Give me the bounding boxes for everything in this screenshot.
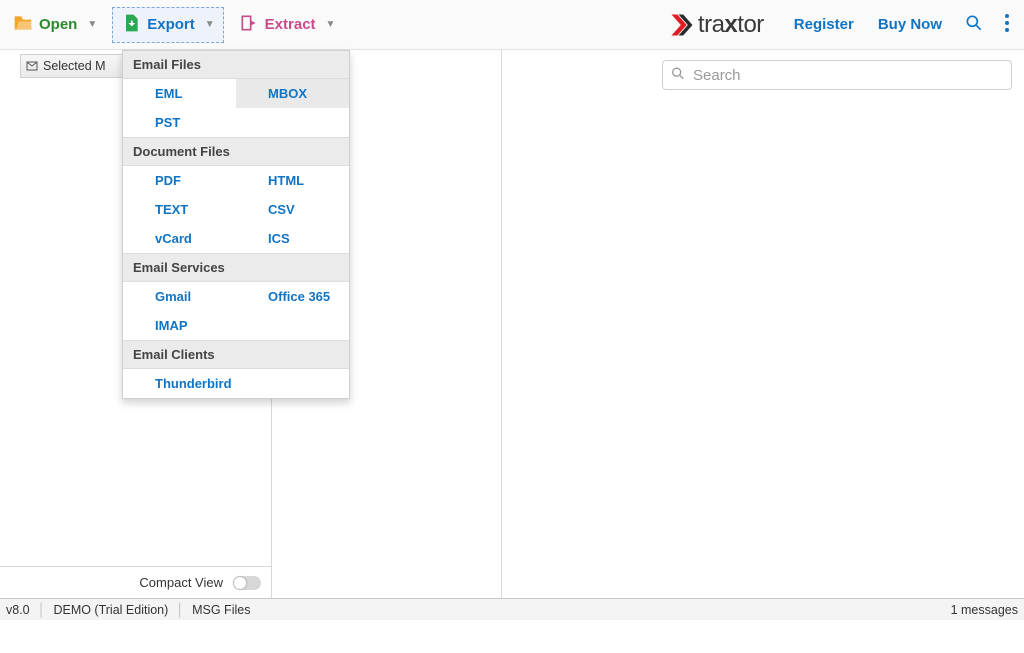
extract-label: Extract [265, 16, 316, 33]
extract-icon [239, 13, 259, 37]
export-text[interactable]: TEXT [123, 195, 236, 224]
export-label: Export [147, 16, 195, 33]
open-button[interactable]: Open ▼ [4, 7, 106, 43]
export-ics[interactable]: ICS [236, 224, 349, 253]
compact-view-row: Compact View [0, 566, 271, 598]
status-bar: v8.0 │ DEMO (Trial Edition) │ MSG Files … [0, 598, 1024, 620]
search-icon[interactable] [964, 13, 984, 36]
export-vcard[interactable]: vCard [123, 224, 236, 253]
compact-view-label: Compact View [139, 575, 223, 590]
section-document-files: Document Files [123, 137, 349, 166]
brand-logo: traxtor [668, 11, 764, 39]
section-email-services: Email Services [123, 253, 349, 282]
extract-button[interactable]: Extract ▼ [230, 7, 345, 43]
compact-view-toggle[interactable] [233, 576, 261, 590]
preview-pane [502, 50, 1024, 598]
export-eml[interactable]: EML [123, 79, 236, 108]
export-mbox[interactable]: MBOX [236, 79, 349, 108]
export-imap[interactable]: IMAP [123, 311, 349, 340]
export-pdf[interactable]: PDF [123, 166, 236, 195]
search-icon [670, 66, 686, 85]
export-gmail[interactable]: Gmail [123, 282, 236, 311]
search-wrap [662, 60, 1012, 90]
more-icon[interactable] [1004, 13, 1010, 36]
file-export-icon [121, 13, 141, 37]
register-link[interactable]: Register [794, 16, 854, 33]
export-html[interactable]: HTML [236, 166, 349, 195]
edition-label: DEMO (Trial Edition) [53, 603, 168, 617]
export-pst[interactable]: PST [123, 108, 349, 137]
folder-open-icon [13, 13, 33, 37]
export-dropdown: Email Files EML MBOX PST Document Files … [122, 50, 350, 399]
chevron-down-icon: ▼ [326, 19, 336, 30]
section-email-clients: Email Clients [123, 340, 349, 369]
open-label: Open [39, 16, 77, 33]
version-label: v8.0 [6, 603, 30, 617]
buy-now-link[interactable]: Buy Now [878, 16, 942, 33]
msg-file-icon [25, 60, 39, 72]
chevron-down-icon: ▼ [205, 19, 215, 30]
chevron-down-icon: ▼ [87, 19, 97, 30]
export-csv[interactable]: CSV [236, 195, 349, 224]
main-toolbar: Open ▼ Export ▼ Extract ▼ traxtor Regist… [0, 0, 1024, 50]
export-button[interactable]: Export ▼ [112, 7, 223, 43]
search-input[interactable] [662, 60, 1012, 90]
export-o365[interactable]: Office 365 [236, 282, 349, 311]
selected-folder-label: Selected M [43, 59, 106, 73]
filetype-label: MSG Files [192, 603, 250, 617]
section-email-files: Email Files [123, 51, 349, 79]
message-count: 1 messages [951, 603, 1018, 617]
export-thunderbird[interactable]: Thunderbird [123, 369, 349, 398]
